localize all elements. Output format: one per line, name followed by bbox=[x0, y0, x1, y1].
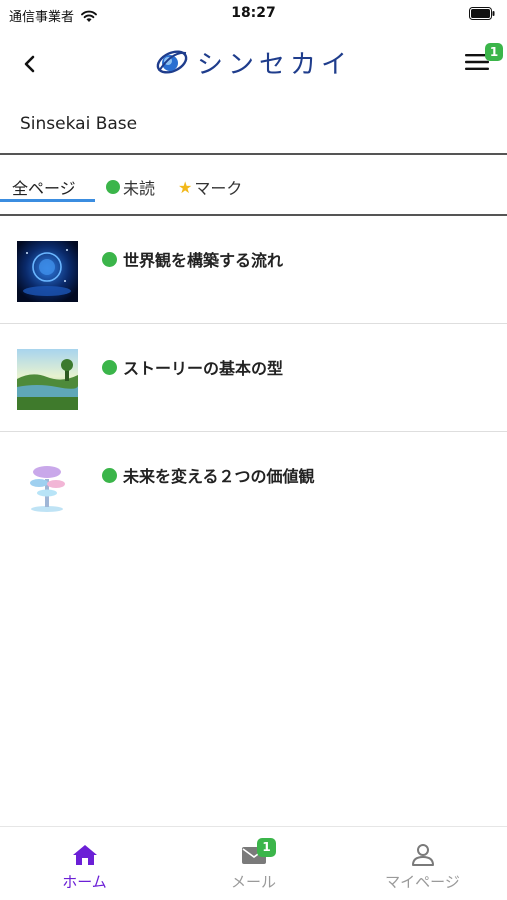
menu-notification-badge: 1 bbox=[485, 43, 503, 61]
list-item[interactable]: ストーリーの基本の型 bbox=[0, 324, 507, 432]
tabbar-label: マイページ bbox=[385, 873, 460, 891]
item-title-text: 未来を変える２つの価値観 bbox=[123, 467, 315, 486]
item-title: 未来を変える２つの価値観 bbox=[102, 463, 315, 487]
unread-dot-icon bbox=[102, 359, 117, 375]
tab-unread[interactable]: 未読 bbox=[106, 173, 155, 201]
back-button[interactable] bbox=[16, 50, 44, 78]
list-item[interactable]: 未来を変える２つの価値観 bbox=[0, 432, 507, 540]
thumbnail-image bbox=[17, 241, 78, 302]
unread-dot-icon bbox=[102, 251, 117, 267]
thumbnail-image bbox=[17, 349, 78, 410]
section-title: Sinsekai Base bbox=[20, 114, 138, 134]
item-title-text: 世界観を構築する流れ bbox=[123, 251, 284, 270]
bottom-tab-bar: ホーム メール マイページ 1 bbox=[0, 826, 507, 900]
chevron-left-icon bbox=[24, 55, 35, 73]
user-icon bbox=[411, 844, 434, 866]
tabbar-mypage[interactable]: マイページ bbox=[338, 827, 507, 900]
mail-notification-badge: 1 bbox=[257, 838, 276, 857]
list-item[interactable]: 世界観を構築する流れ bbox=[0, 216, 507, 324]
status-bar: 通信事業者 18:27 bbox=[0, 0, 507, 30]
tabbar-mail[interactable]: メール bbox=[169, 827, 338, 900]
logo-mark-icon bbox=[156, 50, 188, 74]
tabbar-home[interactable]: ホーム bbox=[0, 827, 169, 900]
battery-icon bbox=[469, 7, 495, 20]
green-dot-icon bbox=[106, 180, 120, 194]
tab-label: 全ページ bbox=[12, 179, 76, 198]
star-icon: ★ bbox=[178, 177, 193, 197]
thumbnail-image bbox=[17, 457, 78, 518]
page-list: 世界観を構築する流れ ストーリーの基本の型 未来を変える２つの価値観 bbox=[0, 216, 507, 540]
navigation-bar: シンセカイ bbox=[0, 36, 507, 90]
tab-label: 未読 bbox=[123, 179, 156, 198]
item-title: ストーリーの基本の型 bbox=[102, 355, 283, 379]
tabbar-label: メール bbox=[230, 873, 276, 891]
tab-label: マーク bbox=[194, 179, 243, 198]
item-title-text: ストーリーの基本の型 bbox=[123, 359, 284, 378]
filter-tabs: 全ページ 未読 ★ マーク bbox=[0, 153, 507, 216]
item-title: 世界観を構築する流れ bbox=[102, 247, 283, 271]
tab-all-pages[interactable]: 全ページ bbox=[12, 173, 76, 201]
status-time: 18:27 bbox=[231, 5, 276, 21]
app-screen: 通信事業者 18:27 シンセカイ 1 Sinsekai Base 全ページ 未… bbox=[0, 0, 507, 900]
active-tab-indicator bbox=[0, 199, 95, 202]
unread-dot-icon bbox=[102, 467, 117, 483]
tabbar-label: ホーム bbox=[62, 873, 107, 891]
tab-marked[interactable]: ★ マーク bbox=[178, 173, 242, 201]
app-logo: シンセカイ bbox=[155, 44, 352, 80]
home-icon bbox=[72, 845, 97, 865]
logo-text: シンセカイ bbox=[197, 49, 353, 80]
